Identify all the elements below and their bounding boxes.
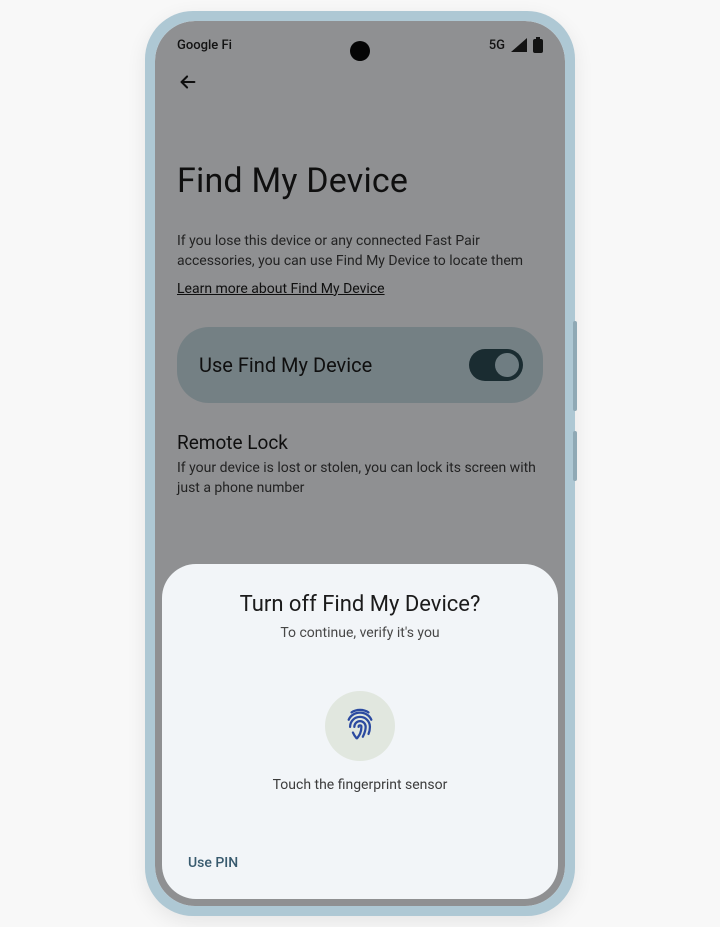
- fingerprint-icon: [343, 707, 377, 745]
- sheet-title: Turn off Find My Device?: [184, 592, 536, 617]
- fingerprint-sensor-target[interactable]: [325, 691, 395, 761]
- volume-button: [573, 321, 577, 411]
- fingerprint-hint: Touch the fingerprint sensor: [184, 777, 536, 793]
- sheet-subtitle: To continue, verify it's you: [184, 625, 536, 641]
- phone-frame: Google Fi 5G Find My Device If you lose …: [145, 11, 575, 916]
- power-button: [573, 431, 577, 481]
- auth-bottom-sheet: Turn off Find My Device? To continue, ve…: [162, 564, 558, 899]
- use-pin-button[interactable]: Use PIN: [184, 849, 242, 877]
- phone-screen: Google Fi 5G Find My Device If you lose …: [155, 21, 565, 906]
